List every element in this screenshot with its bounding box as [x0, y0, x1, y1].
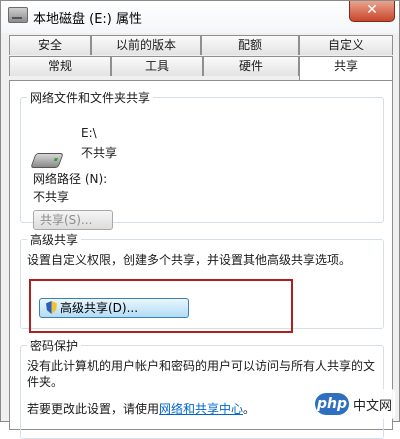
properties-window: 本地磁盘 (E:) 属性 ✕ 安全 以前的版本 配额 自定义 常规 工具 硬件 …: [0, 0, 400, 439]
watermark: php 中文网: [313, 389, 395, 419]
window-title: 本地磁盘 (E:) 属性: [33, 12, 143, 27]
tab-previous-versions[interactable]: 以前的版本: [91, 35, 201, 55]
advanced-sharing-heading: 高级共享: [30, 233, 79, 247]
password-protection-description: 没有此计算机的用户帐户和密码的用户可以访问与所有人共享的文件夹。: [27, 359, 376, 389]
drive-icon: [30, 153, 64, 168]
network-path-value: 不共享: [33, 190, 70, 204]
watermark-text: 中文网: [353, 399, 393, 414]
password-protection-group: 密码保护 没有此计算机的用户帐户和密码的用户可以访问与所有人共享的文件夹。 若要…: [20, 337, 384, 439]
close-button[interactable]: ✕: [349, 1, 395, 22]
change-setting-prefix: 若要更改此设置，请使用: [27, 402, 160, 416]
drive-share-status: 不共享: [81, 146, 118, 160]
highlight-box: [29, 279, 293, 333]
php-logo: php: [315, 393, 349, 415]
tab-quota[interactable]: 配额: [201, 35, 299, 55]
tab-general[interactable]: 常规: [9, 56, 111, 76]
tab-customize[interactable]: 自定义: [299, 35, 393, 55]
network-sharing-center-link[interactable]: 网络和共享中心: [159, 402, 243, 416]
drive-path: E:\: [81, 126, 97, 140]
tab-sharing[interactable]: 共享: [299, 56, 393, 80]
network-sharing-heading: 网络文件和文件夹共享: [30, 91, 151, 105]
share-button[interactable]: 共享(S)...: [33, 210, 113, 230]
network-sharing-group: 网络文件和文件夹共享 E:\ 不共享 网络路径 (N): 不共享 共享(S)..…: [20, 89, 384, 230]
sharing-panel: 网络文件和文件夹共享 E:\ 不共享 网络路径 (N): 不共享 共享(S)..…: [9, 80, 393, 439]
tab-security[interactable]: 安全: [9, 35, 91, 55]
tab-tools[interactable]: 工具: [111, 56, 203, 76]
drive-icon: [8, 7, 28, 23]
network-path-label: 网络路径 (N):: [33, 172, 108, 186]
password-protection-heading: 密码保护: [30, 339, 79, 353]
advanced-sharing-description: 设置自定义权限，创建多个共享，并设置其他高级共享选项。: [27, 253, 352, 267]
change-setting-suffix: 。: [243, 402, 256, 416]
tab-strip: 安全 以前的版本 配额 自定义 常规 工具 硬件 共享: [1, 35, 400, 81]
title-bar[interactable]: 本地磁盘 (E:) 属性 ✕: [1, 1, 399, 33]
change-setting-text: 若要更改此设置，请使用网络和共享中心。: [27, 400, 255, 417]
tab-hardware[interactable]: 硬件: [203, 56, 299, 76]
